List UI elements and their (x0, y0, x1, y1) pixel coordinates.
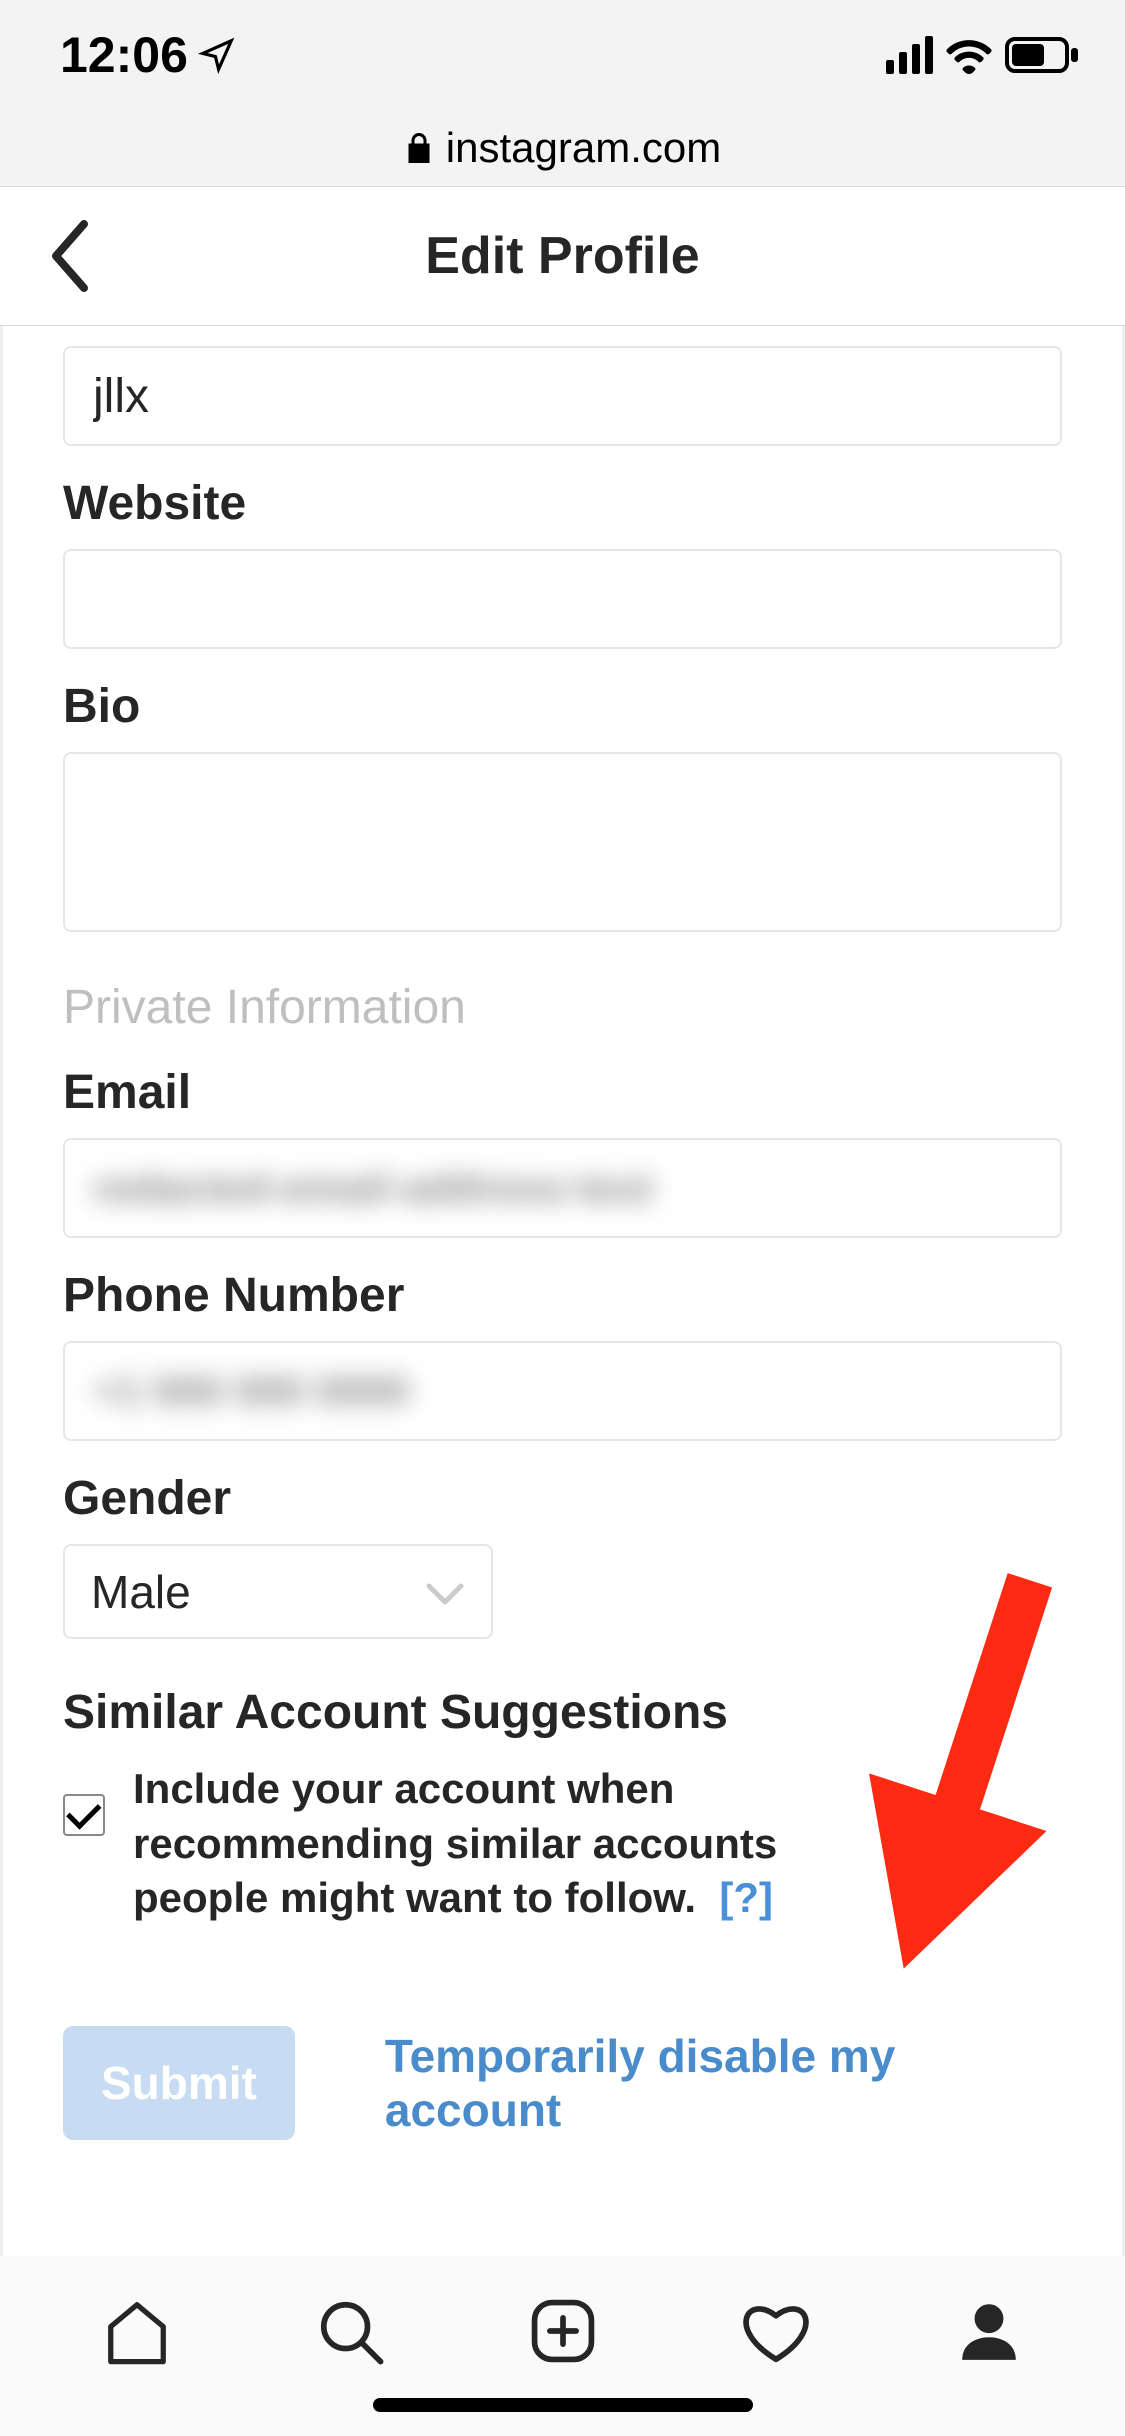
phone-label: Phone Number (63, 1268, 1062, 1323)
status-time: 12:06 (60, 26, 236, 84)
submit-button[interactable]: Submit (63, 2026, 295, 2140)
website-label: Website (63, 476, 1062, 531)
similar-suggestions-heading: Similar Account Suggestions (63, 1685, 1062, 1740)
username-input[interactable] (63, 346, 1062, 446)
location-arrow-icon (198, 36, 236, 74)
gender-selected-value: Male (91, 1565, 191, 1619)
tab-activity[interactable] (731, 2286, 821, 2376)
phone-input[interactable]: +1 000 000 0000 (63, 1341, 1062, 1441)
temporarily-disable-link[interactable]: Temporarily disable my account (385, 2029, 1062, 2137)
status-bar: 12:06 (0, 0, 1125, 110)
battery-icon (1005, 36, 1081, 74)
form-actions: Submit Temporarily disable my account (63, 2026, 1062, 2140)
similar-suggestions-text: Include your account when recommending s… (133, 1762, 822, 1926)
chevron-down-icon (425, 1565, 465, 1619)
private-info-heading: Private Information (63, 980, 1062, 1035)
website-input[interactable] (63, 549, 1062, 649)
gender-label: Gender (63, 1471, 1062, 1526)
bio-textarea[interactable] (63, 752, 1062, 932)
wifi-icon (945, 36, 993, 74)
tab-search[interactable] (305, 2286, 395, 2376)
page-title: Edit Profile (0, 226, 1125, 286)
similar-suggestions-help-link[interactable]: [?] (719, 1874, 773, 1921)
url-domain-text: instagram.com (446, 124, 721, 172)
tab-home[interactable] (92, 2286, 182, 2376)
similar-suggestions-checkbox[interactable] (63, 1794, 105, 1836)
home-indicator[interactable] (373, 2398, 753, 2412)
lock-icon (404, 130, 434, 166)
email-input[interactable]: redacted-email-address-text (63, 1138, 1062, 1238)
tab-profile[interactable] (944, 2286, 1034, 2376)
cellular-signal-icon (886, 36, 933, 74)
back-button[interactable] (40, 226, 100, 286)
edit-profile-form: Website Bio Private Information Email re… (0, 326, 1125, 2256)
email-value-redacted: redacted-email-address-text (93, 1164, 653, 1212)
gender-select[interactable]: Male (63, 1544, 493, 1639)
page-header: Edit Profile (0, 186, 1125, 326)
similar-suggestions-row: Include your account when recommending s… (63, 1762, 1062, 1926)
bio-label: Bio (63, 679, 1062, 734)
browser-url-bar[interactable]: instagram.com (0, 110, 1125, 186)
phone-value-redacted: +1 000 000 0000 (93, 1367, 409, 1415)
email-label: Email (63, 1065, 1062, 1120)
status-icons (886, 36, 1081, 74)
tab-new-post[interactable] (518, 2286, 608, 2376)
clock-text: 12:06 (60, 26, 188, 84)
device-frame: 12:06 instagram.com Edit Profil (0, 0, 1125, 2436)
